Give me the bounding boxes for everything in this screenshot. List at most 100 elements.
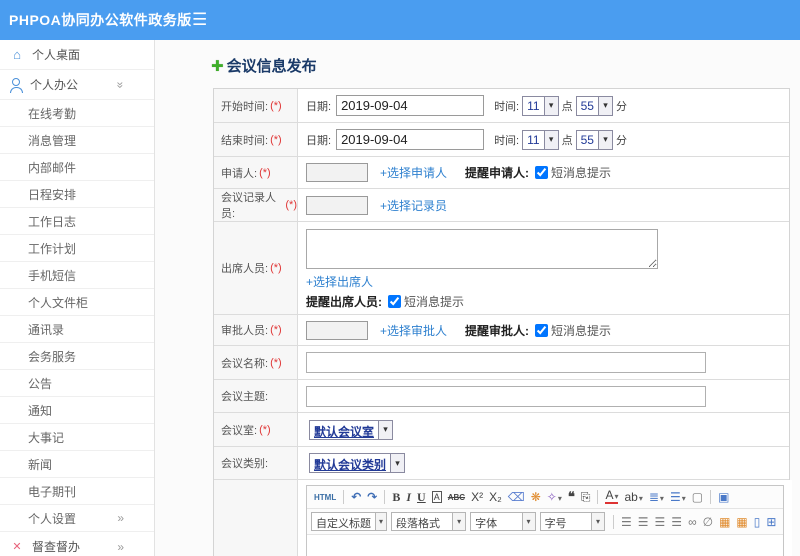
attendees-sms-checkbox[interactable] (388, 295, 401, 308)
recorder-input[interactable] (306, 195, 368, 215)
meeting-topic-input[interactable] (306, 385, 706, 407)
bold-button[interactable]: B (392, 490, 400, 505)
sidebar-item-internal-mail[interactable]: 内部邮件 (0, 154, 154, 181)
align-left-icon[interactable]: ☰ (621, 515, 632, 529)
meeting-room-label: 会议室: (*) (214, 413, 298, 446)
eraser-icon[interactable]: ⌫ (508, 490, 525, 504)
format-brush-icon[interactable]: ❋ (531, 490, 541, 504)
choose-recorder-link[interactable]: +选择记录员 (380, 197, 447, 214)
meeting-room-select[interactable]: 默认会议室 ▾ (309, 419, 394, 440)
date-label: 日期: (306, 100, 332, 113)
required-mark: (*) (270, 324, 282, 336)
sidebar: ⌂ 个人桌面 个人办公 » 在线考勤 消息管理 内部邮件 日程安排 工作日志 工… (0, 40, 155, 556)
sidebar-item-work-plan[interactable]: 工作计划 (0, 235, 154, 262)
paste-icon[interactable]: ⎘ (581, 490, 591, 505)
applicant-sms-checkbox[interactable] (535, 166, 549, 179)
approver-sms-checkbox[interactable] (535, 323, 549, 337)
blockquote-icon[interactable]: ❝ (568, 489, 575, 505)
meeting-category-select[interactable]: 默认会议类别 ▾ (309, 453, 406, 473)
start-date-input[interactable] (336, 95, 485, 116)
ordered-list-button[interactable]: ≣▾ (649, 490, 664, 504)
italic-button[interactable]: I (406, 490, 411, 505)
chevron-down-icon: » (113, 81, 128, 88)
align-right-icon[interactable]: ☰ (655, 515, 666, 529)
hamburger-menu-icon[interactable]: ☰ (192, 10, 207, 30)
insert-image-icon[interactable]: ▦ (719, 515, 730, 529)
choose-attendees-link[interactable]: +选择出席人 (306, 273, 373, 290)
chevron-down-icon: ▾ (597, 96, 612, 115)
sidebar-item-e-journal[interactable]: 电子期刊 (0, 478, 154, 505)
start-minute-select[interactable]: 55 ▾ (575, 95, 613, 116)
justify-icon[interactable]: ☰ (671, 515, 682, 529)
sidebar-item-online-attendance[interactable]: 在线考勤 (0, 100, 154, 127)
align-center-icon[interactable]: ☰ (638, 515, 649, 529)
html-source-button[interactable]: HTML (314, 493, 336, 502)
insert-table-icon[interactable]: ⊞ (766, 515, 776, 529)
editor-content-area[interactable] (307, 535, 784, 556)
chevron-down-icon: ▾ (378, 420, 393, 439)
sidebar-item-message-management[interactable]: 消息管理 (0, 127, 154, 154)
toolbar-separator (710, 490, 712, 504)
sidebar-item-label: 大事记 (28, 430, 65, 445)
fullscreen-icon[interactable]: ▣ (718, 490, 729, 504)
sidebar-item-label: 公告 (28, 376, 53, 391)
end-minute-select[interactable]: 55 ▾ (575, 129, 613, 150)
unlink-icon[interactable]: ∅ (703, 515, 713, 529)
subscript-button[interactable]: X₂ (489, 490, 502, 504)
end-hour-select[interactable]: 11 ▾ (522, 129, 559, 150)
sidebar-item-personal-file-cabinet[interactable]: 个人文件柜 (0, 289, 154, 316)
autotypeset-icon[interactable]: ✧▾ (547, 490, 562, 504)
attendees-textarea[interactable] (306, 229, 658, 269)
font-border-button[interactable]: A (431, 491, 442, 503)
chevron-down-icon: ▾ (521, 513, 535, 530)
paragraph-format-select[interactable]: 段落格式 ▾ (391, 512, 467, 531)
font-family-select[interactable]: 字体 ▾ (470, 512, 536, 531)
choose-approver-link[interactable]: +选择审批人 (380, 322, 447, 339)
required-mark: (*) (259, 166, 271, 179)
choose-applicant-link[interactable]: +选择申请人 (380, 164, 447, 181)
link-icon[interactable]: ∞ (688, 515, 697, 529)
custom-heading-select[interactable]: 自定义标题 ▾ (311, 512, 387, 531)
sidebar-item-schedule[interactable]: 日程安排 (0, 181, 154, 208)
underline-button[interactable]: U (417, 490, 426, 505)
page-break-icon[interactable]: ▯ (754, 515, 761, 529)
superscript-button[interactable]: X² (471, 490, 483, 504)
unordered-list-button[interactable]: ☰▾ (670, 490, 686, 504)
font-color-button[interactable]: A▾ (605, 489, 619, 504)
font-size-select[interactable]: 字号 ▾ (539, 512, 606, 531)
sidebar-item-personal-desktop[interactable]: ⌂ 个人桌面 (0, 40, 154, 70)
attendees-label: 出席人员: (*) (214, 222, 298, 314)
meeting-name-input[interactable] (306, 352, 706, 373)
sidebar-item-mobile-sms[interactable]: 手机短信 (0, 262, 154, 289)
insert-image-add-icon[interactable]: ▦ (736, 515, 747, 529)
required-mark: (*) (285, 199, 297, 211)
meeting-form: 开始时间:(*) 日期: 时间: 11 ▾ 点 55 ▾ 分 (213, 88, 793, 556)
highlight-button[interactable]: ab▾ (624, 490, 642, 504)
end-date-input[interactable] (336, 129, 485, 150)
sidebar-item-conference-service[interactable]: 会务服务 (0, 343, 154, 370)
sidebar-item-work-log[interactable]: 工作日志 (0, 208, 154, 235)
meeting-topic-label: 会议主题: (214, 380, 298, 412)
undo-icon[interactable]: ↶ (351, 490, 361, 504)
sidebar-item-personal-office[interactable]: 个人办公 » (0, 70, 154, 100)
start-hour-select[interactable]: 11 ▾ (522, 95, 559, 116)
sidebar-item-memorabilia[interactable]: 大事记 (0, 424, 154, 451)
sidebar-item-supervision[interactable]: ✕ 督查督办 » (0, 532, 154, 556)
new-page-icon[interactable]: ▢ (692, 490, 703, 504)
app-title: PHPOA协同办公软件政务版 (9, 12, 192, 28)
sidebar-item-notice[interactable]: 通知 (0, 397, 154, 424)
approver-input[interactable] (306, 320, 368, 340)
meeting-category-label: 会议类别: (214, 447, 298, 479)
strikethrough-button[interactable]: ABC (448, 493, 465, 502)
redo-icon[interactable]: ↷ (367, 490, 377, 504)
date-label: 日期: (306, 134, 332, 147)
applicant-input[interactable] (306, 163, 368, 182)
sidebar-item-announcement[interactable]: 公告 (0, 370, 154, 397)
sidebar-item-label: 日程安排 (28, 187, 77, 202)
sidebar-item-contacts[interactable]: 通讯录 (0, 316, 154, 343)
sidebar-item-label: 新闻 (28, 457, 53, 472)
time-label: 时间: (494, 100, 520, 113)
sidebar-item-news[interactable]: 新闻 (0, 451, 154, 478)
sidebar-item-personal-settings[interactable]: 个人设置 » (0, 505, 154, 532)
time-label: 时间: (494, 134, 520, 147)
